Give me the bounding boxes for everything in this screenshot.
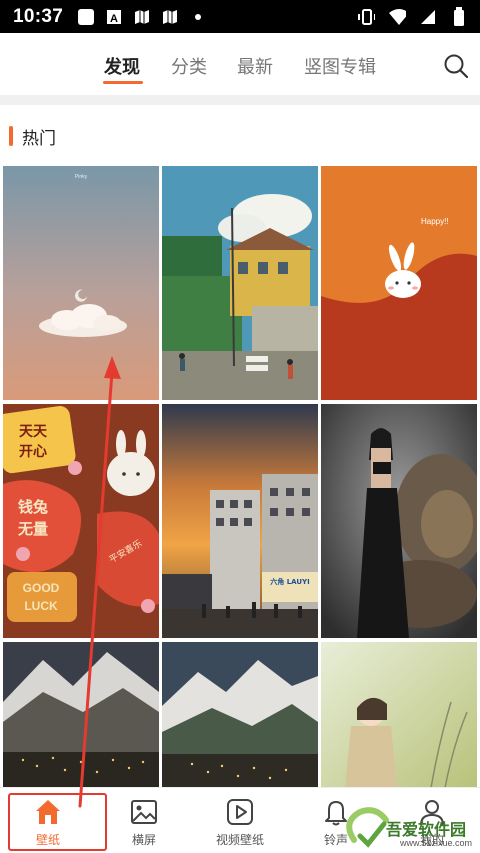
dot-icon: [189, 8, 207, 26]
status-time: 10:37: [13, 5, 64, 27]
wallpaper-tile-pink-sky[interactable]: Pinky: [3, 166, 159, 400]
svg-text:无量: 无量: [17, 520, 48, 538]
app-square-icon: [77, 8, 95, 26]
wallpaper-tile-woman-lion[interactable]: [321, 404, 477, 638]
wallpaper-tile-village-street[interactable]: [162, 166, 318, 400]
watermark-url: www.52zixue.com: [400, 838, 473, 848]
svg-text:A: A: [110, 13, 118, 25]
svg-text:天天: 天天: [19, 424, 48, 440]
wallpaper-tile-mountain-night[interactable]: [3, 642, 159, 788]
play-icon: [225, 797, 255, 827]
status-bar: 10:37 A: [0, 0, 480, 33]
annotation-highlight-box: [8, 793, 107, 851]
nav-label: 横屏: [131, 833, 156, 847]
svg-text:LUCK: LUCK: [24, 599, 58, 613]
signal-icon: [419, 8, 437, 26]
svg-text:开心: 开心: [19, 444, 47, 460]
nav-video-wallpaper[interactable]: 视频壁纸: [192, 788, 288, 853]
wifi-icon: [388, 8, 406, 26]
wallpaper-tile-rabbit-stickers[interactable]: 天天 开心 钱兔 无量 GOOD LUCK 平安喜乐: [3, 404, 159, 638]
map-icon: [161, 8, 179, 26]
top-tab-bar: 发现 分类 最新 竖图专辑: [0, 33, 480, 95]
tab-category[interactable]: 分类: [171, 53, 207, 79]
tab-latest[interactable]: 最新: [237, 53, 273, 79]
battery-icon: [450, 6, 468, 26]
section-header: 热门: [0, 124, 56, 149]
svg-text:GOOD: GOOD: [23, 581, 60, 595]
tab-discover[interactable]: 发现: [104, 53, 140, 79]
watermark-text: 吾爱软件园: [386, 820, 467, 839]
section-accent-bar: [9, 126, 13, 146]
search-icon[interactable]: [441, 51, 471, 81]
vibrate-icon: [357, 8, 375, 26]
nav-label: 视频壁纸: [215, 833, 264, 847]
image-icon: [129, 797, 159, 827]
wallpaper-tile-anime-girl[interactable]: [321, 642, 477, 788]
wallpaper-caption: Happy!!: [421, 217, 449, 226]
wallpaper-caption: 六角 LAUYI: [270, 577, 309, 586]
wallpaper-tile-sunset-town[interactable]: 六角 LAUYI: [162, 404, 318, 638]
tab-vertical-albums[interactable]: 竖图专辑: [304, 53, 376, 79]
map-icon: [133, 8, 151, 26]
wallpaper-tile-mountain-valley[interactable]: [162, 642, 318, 788]
svg-text:钱兔: 钱兔: [18, 498, 48, 516]
section-divider: [0, 95, 480, 105]
a-icon: A: [105, 8, 123, 26]
wallpaper-tile-orange-bunny[interactable]: Happy!!: [321, 166, 477, 400]
section-title: 热门: [22, 128, 56, 149]
wallpaper-caption: Pinky: [75, 174, 88, 180]
nav-landscape[interactable]: 横屏: [96, 788, 192, 853]
active-tab-indicator: [103, 81, 143, 84]
